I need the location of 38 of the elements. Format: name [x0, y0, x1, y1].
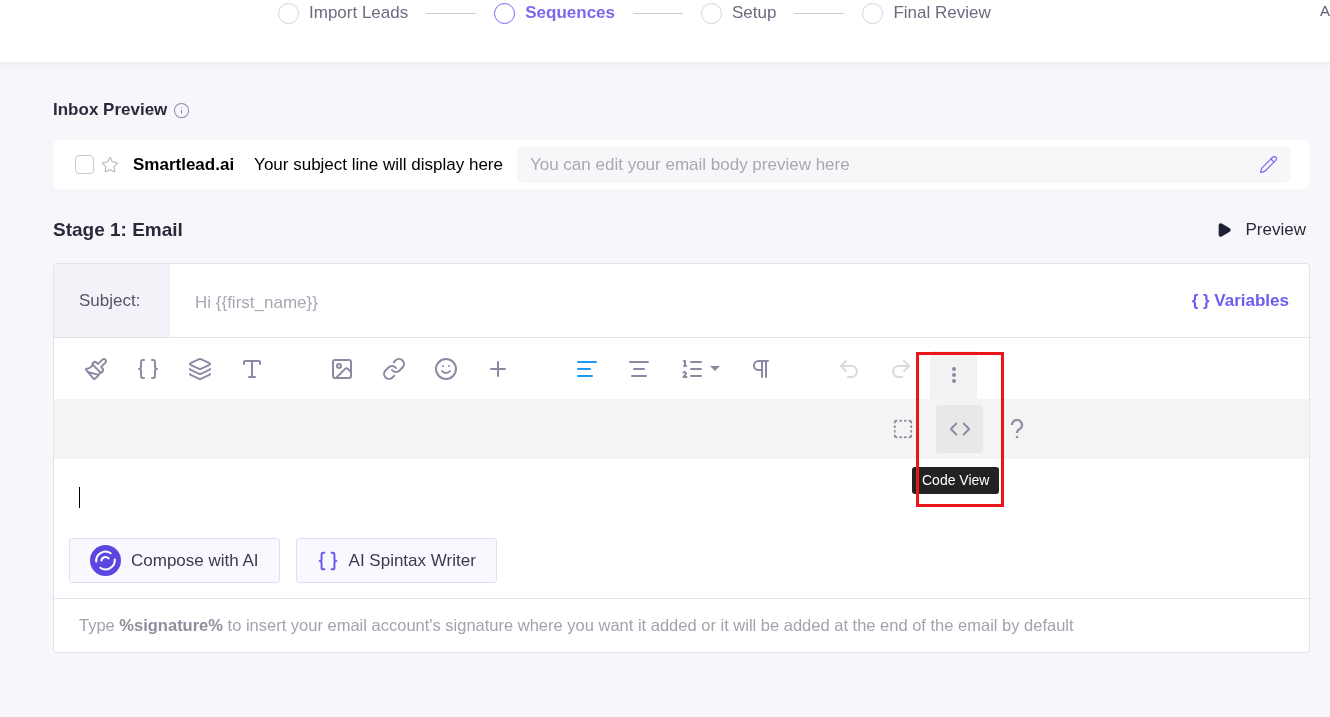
- text-cursor: [79, 487, 80, 508]
- stepper-step[interactable]: Import Leads: [278, 2, 409, 24]
- section-title: Inbox Preview: [53, 99, 168, 122]
- subject-field[interactable]: Hi {{first_name}}: [170, 268, 1192, 337]
- image-icon: [330, 356, 354, 381]
- code-button[interactable]: [936, 405, 983, 453]
- preview-button[interactable]: Preview: [1215, 217, 1306, 243]
- body-preview-field[interactable]: You can edit your email body preview here: [516, 146, 1290, 183]
- stepper-step[interactable]: Setup: [701, 2, 777, 24]
- braces-icon: [136, 356, 160, 381]
- caret-icon: [710, 366, 720, 371]
- brush-icon: [84, 356, 108, 381]
- help-icon: [1009, 419, 1024, 439]
- signature-hint: Type %signature% to insert your email account's signature where you want it added or it will be added at the end of the email by default: [79, 615, 1074, 637]
- tooltip: Code View: [912, 467, 1000, 494]
- stepper-step[interactable]: Final Review: [862, 2, 991, 24]
- more-icon: [951, 367, 956, 383]
- subject-preview: Your subject line will display here: [254, 153, 503, 176]
- body-preview-input[interactable]: You can edit your email body preview here: [529, 151, 1259, 178]
- pencil-icon[interactable]: [1259, 155, 1278, 174]
- stage-title: Stage 1: Email: [53, 217, 183, 242]
- variables-button[interactable]: { } Variables: [1191, 264, 1309, 337]
- stepper-step[interactable]: Sequences: [494, 2, 615, 24]
- sender-name: Smartlead.ai: [133, 153, 235, 176]
- checkbox[interactable]: [75, 155, 94, 174]
- spintax-button[interactable]: AI Spintax Writer: [295, 538, 497, 583]
- cut-off-label: A: [1320, 1, 1330, 21]
- layers-icon: [188, 356, 212, 381]
- link-icon: [382, 356, 406, 381]
- more-button[interactable]: [930, 351, 977, 399]
- info-icon: [173, 101, 191, 119]
- braces-icon: [316, 549, 339, 572]
- compose-ai-button[interactable]: Compose with AI: [69, 538, 280, 583]
- smiley-icon: [434, 356, 458, 381]
- subject-label: Subject:: [54, 264, 170, 337]
- swirl-logo-icon: [90, 545, 121, 576]
- dashed-square-icon: [891, 418, 914, 440]
- star-icon[interactable]: [101, 155, 119, 174]
